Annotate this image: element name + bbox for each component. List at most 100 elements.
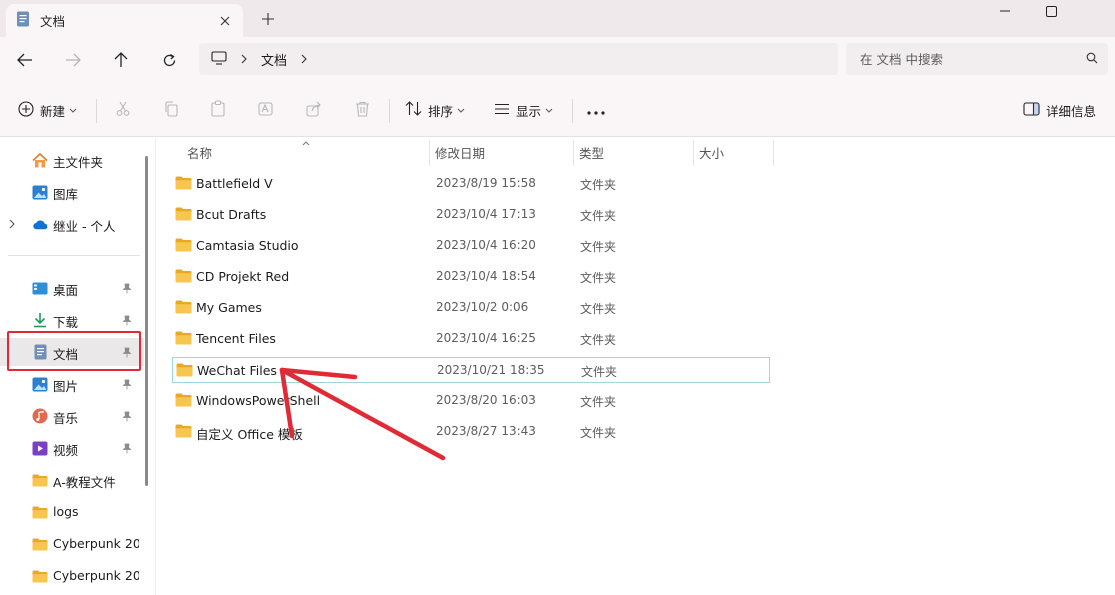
sidebar-item-onedrive[interactable]: 继业 - 个人 <box>0 210 144 238</box>
rename-button[interactable] <box>258 96 275 124</box>
folder-icon <box>32 536 48 552</box>
file-name: Camtasia Studio <box>196 238 299 253</box>
plus-circle-icon <box>18 100 34 120</box>
file-type: 文件夹 <box>580 333 617 347</box>
table-row[interactable]: Tencent Files 2023/10/4 16:25 文件夹 <box>172 326 770 352</box>
column-header-size[interactable]: 大小 <box>693 138 773 166</box>
file-type: 文件夹 <box>580 426 617 440</box>
pin-icon[interactable] <box>122 314 132 329</box>
forward-arrow-icon[interactable] <box>61 48 85 72</box>
pin-icon[interactable] <box>122 442 132 457</box>
chevron-right-icon[interactable] <box>9 217 15 232</box>
sidebar-item-gallery[interactable]: 图库 <box>0 178 144 206</box>
pin-icon[interactable] <box>122 378 132 393</box>
address-toolbar: 文档 <box>0 37 1115 83</box>
file-modified: 2023/8/20 16:03 <box>436 393 536 407</box>
sidebar-item-folder[interactable]: Cyberpunk 207 <box>0 562 144 590</box>
file-type: 文件夹 <box>580 209 617 223</box>
view-button[interactable]: 显示 <box>494 96 553 124</box>
breadcrumb-documents[interactable]: 文档 <box>261 50 287 69</box>
sidebar-item-label: A-教程文件 <box>53 475 116 490</box>
more-options-button[interactable] <box>587 96 605 124</box>
sidebar-item-folder[interactable]: A-教程文件 <box>0 466 144 494</box>
close-tab-icon[interactable] <box>217 13 233 29</box>
sidebar-item-videos[interactable]: 视频 <box>0 434 144 462</box>
details-pane-button[interactable]: 详细信息 <box>1023 96 1096 124</box>
table-row[interactable]: 自定义 Office 模板 2023/8/27 13:43 文件夹 <box>172 419 770 445</box>
plus-icon[interactable] <box>258 9 278 29</box>
table-row-hovered[interactable]: WeChat Files 2023/10/21 18:35 文件夹 <box>172 357 770 383</box>
sidebar-item-label: 主文件夹 <box>53 155 104 170</box>
search-input[interactable] <box>860 51 1086 67</box>
document-icon <box>16 11 30 30</box>
sidebar-scrollbar[interactable] <box>145 156 148 486</box>
column-divider[interactable] <box>773 140 774 166</box>
sidebar-item-home[interactable]: 主文件夹 <box>0 146 144 174</box>
chevron-right-icon[interactable] <box>301 54 307 64</box>
folder-icon <box>175 393 192 410</box>
sidebar-item-downloads[interactable]: 下载 <box>0 306 144 334</box>
sidebar-item-folder[interactable]: Cyberpunk 202 <box>0 530 144 558</box>
separator <box>389 99 390 123</box>
file-type: 文件夹 <box>580 178 617 192</box>
refresh-icon[interactable] <box>157 48 181 72</box>
paste-button[interactable] <box>210 96 226 124</box>
maximize-icon[interactable] <box>1028 0 1074 22</box>
copy-button[interactable] <box>163 96 179 124</box>
column-header-name[interactable]: 名称 <box>181 138 429 166</box>
trash-icon <box>355 101 370 120</box>
details-label: 详细信息 <box>1046 103 1097 119</box>
file-name: Tencent Files <box>196 331 276 346</box>
file-modified: 2023/8/27 13:43 <box>436 424 536 438</box>
file-modified: 2023/8/19 15:58 <box>436 176 536 190</box>
file-type: 文件夹 <box>581 365 618 379</box>
table-row[interactable]: Bcut Drafts 2023/10/4 17:13 文件夹 <box>172 202 770 228</box>
file-name: 自定义 Office 模板 <box>196 427 303 442</box>
column-header-type[interactable]: 类型 <box>573 138 693 166</box>
up-arrow-icon[interactable] <box>109 48 133 72</box>
table-row[interactable]: WindowsPowerShell 2023/8/20 16:03 文件夹 <box>172 388 770 414</box>
sidebar-item-desktop[interactable]: 桌面 <box>0 274 144 302</box>
cut-button[interactable] <box>115 96 131 124</box>
pin-icon[interactable] <box>122 282 132 297</box>
folder-icon <box>32 472 48 488</box>
file-modified: 2023/10/4 16:25 <box>436 331 536 345</box>
pin-icon[interactable] <box>122 410 132 425</box>
new-button[interactable]: 新建 <box>18 96 77 124</box>
sidebar-item-pictures[interactable]: 图片 <box>0 370 144 398</box>
folder-icon <box>32 568 48 584</box>
tab-title: 文档 <box>40 14 66 29</box>
clipboard-icon <box>210 100 226 120</box>
search-icon[interactable] <box>1086 52 1098 67</box>
chevron-down-icon <box>545 108 553 113</box>
address-bar[interactable]: 文档 <box>199 43 838 75</box>
computer-icon[interactable] <box>211 50 227 68</box>
chevron-down-icon <box>457 108 465 113</box>
table-row[interactable]: My Games 2023/10/2 0:06 文件夹 <box>172 295 770 321</box>
details-pane-icon <box>1023 101 1040 119</box>
chevron-right-icon[interactable] <box>241 54 247 64</box>
file-modified: 2023/10/2 0:06 <box>436 300 529 314</box>
column-header-modified[interactable]: 修改日期 <box>429 138 573 166</box>
sidebar-item-music[interactable]: 音乐 <box>0 402 144 430</box>
folder-icon <box>175 331 192 348</box>
delete-button[interactable] <box>355 96 370 124</box>
file-modified: 2023/10/4 16:20 <box>436 238 536 252</box>
folder-icon <box>32 504 48 520</box>
home-icon <box>32 152 48 168</box>
folder-icon <box>175 300 192 317</box>
table-row[interactable]: Camtasia Studio 2023/10/4 16:20 文件夹 <box>172 233 770 259</box>
sidebar-item-folder[interactable]: logs <box>0 498 144 526</box>
divider <box>8 255 140 256</box>
file-name: Battlefield V <box>196 176 273 191</box>
pictures-icon <box>32 376 48 392</box>
search-box[interactable] <box>846 43 1108 75</box>
sort-button[interactable]: 排序 <box>405 96 465 124</box>
table-row[interactable]: CD Projekt Red 2023/10/4 18:54 文件夹 <box>172 264 770 290</box>
back-arrow-icon[interactable] <box>13 48 37 72</box>
tab-documents[interactable]: 文档 <box>6 4 243 37</box>
minimize-icon[interactable] <box>982 0 1028 22</box>
command-bar: 新建 排序 显示 详细信息 <box>0 83 1115 137</box>
share-button[interactable] <box>306 96 322 124</box>
table-row[interactable]: Battlefield V 2023/8/19 15:58 文件夹 <box>172 171 770 197</box>
